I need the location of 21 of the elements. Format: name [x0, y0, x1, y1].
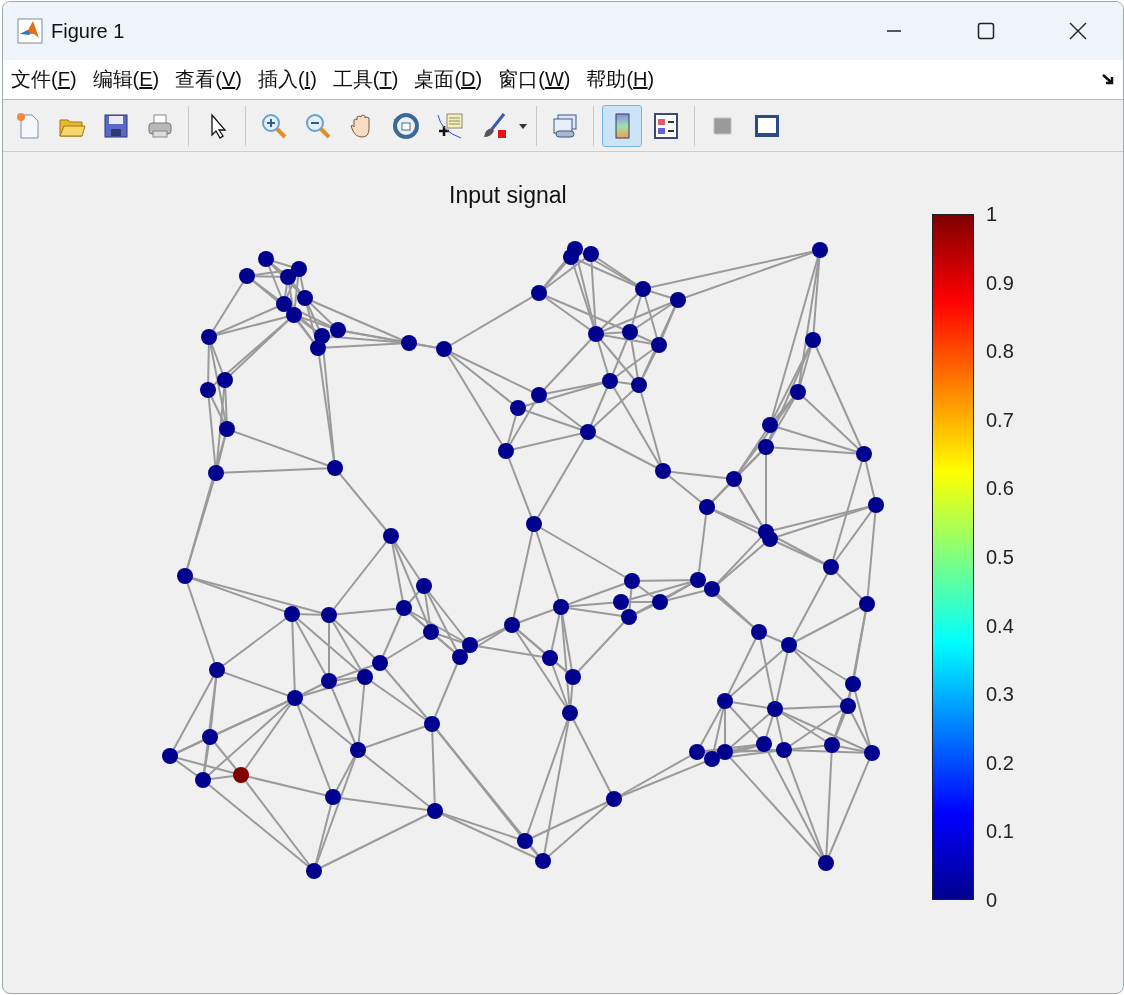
colorbar-tick-label: 0.8 [986, 339, 1014, 364]
colorbar-tick-label: 0 [986, 888, 998, 912]
window-title: Figure 1 [51, 19, 125, 43]
menu-item[interactable]: 桌面(D) [414, 66, 483, 93]
colorbar-tick-label: 0.1 [986, 819, 1014, 844]
colorbar-tick-label: 0.4 [986, 613, 1014, 638]
menu-item[interactable]: 文件(F) [11, 66, 77, 93]
colorbar-tick-label: 0.2 [986, 750, 1014, 775]
colorbar-tick-label: 1 [986, 202, 998, 226]
colorbar-tick-label: 0.6 [986, 476, 1014, 501]
menu-item[interactable]: 查看(V) [175, 66, 242, 93]
menu-item[interactable]: 窗口(W) [498, 66, 571, 93]
colorbar-tick-label: 0.5 [986, 545, 1014, 569]
colorbar-tick-label: 0.9 [986, 270, 1014, 295]
menu-item[interactable]: 插入(I) [257, 66, 317, 93]
axes-title: Input signal [449, 182, 567, 209]
menu-item[interactable]: 工具(T) [332, 66, 399, 93]
menu-item[interactable]: 帮助(H) [586, 66, 655, 93]
colorbar-tick-label: 0.3 [986, 682, 1014, 707]
colorbar-tick-label: 0.7 [986, 407, 1014, 432]
menu-item[interactable]: 编辑(E) [92, 66, 160, 93]
